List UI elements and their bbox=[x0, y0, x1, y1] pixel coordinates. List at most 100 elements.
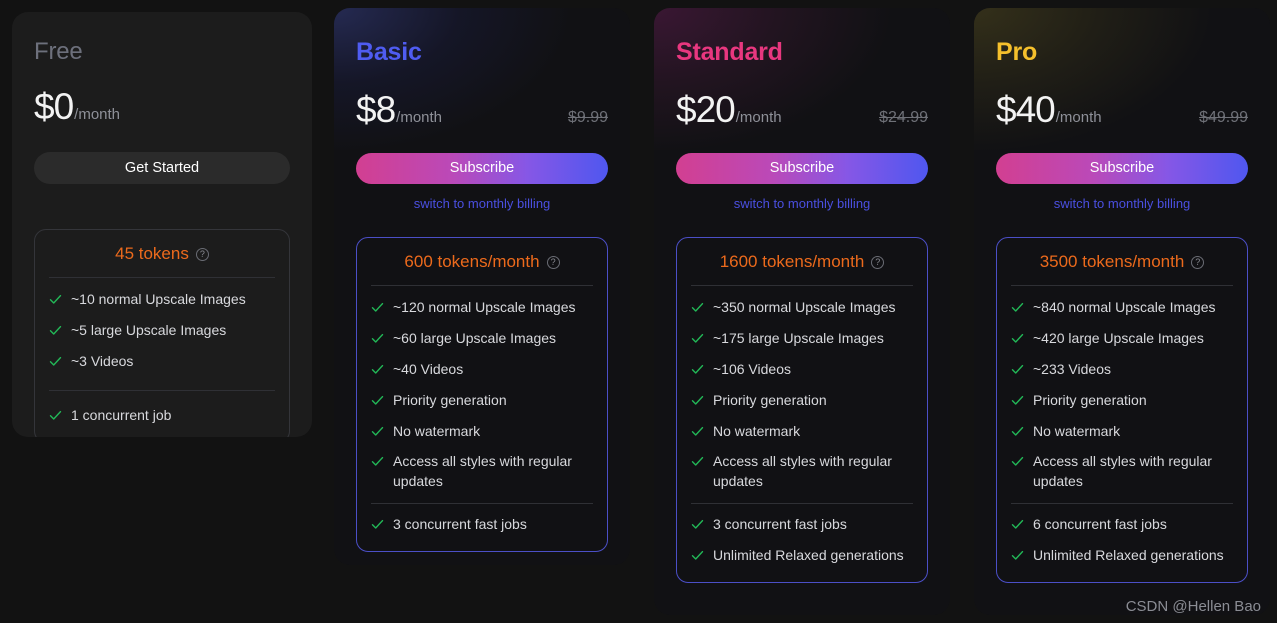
feature-item: Access all styles with regular updates bbox=[1011, 452, 1233, 492]
feature-list-top-standard: ~350 normal Upscale Images ~175 large Up… bbox=[691, 298, 913, 492]
check-icon bbox=[371, 394, 384, 407]
check-icon bbox=[371, 425, 384, 438]
price-amount-standard: $20 bbox=[676, 89, 736, 130]
tokens-label-standard: 1600 tokens/month bbox=[719, 252, 865, 271]
check-icon bbox=[371, 455, 384, 468]
feature-item: ~120 normal Upscale Images bbox=[371, 298, 593, 318]
feature-label: ~233 Videos bbox=[1033, 360, 1111, 377]
feature-item: ~10 normal Upscale Images bbox=[49, 290, 275, 310]
get-started-button[interactable]: Get Started bbox=[34, 152, 290, 184]
tokens-label-free: 45 tokens bbox=[115, 244, 189, 263]
feature-item: Unlimited Relaxed generations bbox=[1011, 546, 1233, 566]
panel-divider bbox=[371, 285, 593, 286]
features-panel-free: 45 tokens ? ~10 normal Upscale Images ~5… bbox=[34, 229, 290, 437]
feature-label: ~5 large Upscale Images bbox=[71, 321, 227, 338]
tokens-row-free: 45 tokens ? bbox=[49, 244, 275, 277]
check-icon bbox=[49, 293, 62, 306]
subscribe-button-pro[interactable]: Subscribe bbox=[996, 153, 1248, 184]
feature-item: Priority generation bbox=[1011, 391, 1233, 411]
check-icon bbox=[1011, 518, 1024, 531]
tokens-row-pro: 3500 tokens/month ? bbox=[1011, 252, 1233, 285]
feature-label: 6 concurrent fast jobs bbox=[1033, 516, 1167, 533]
check-icon bbox=[371, 301, 384, 314]
feature-label: ~60 large Upscale Images bbox=[393, 329, 557, 346]
feature-label: 3 concurrent fast jobs bbox=[713, 516, 847, 533]
check-icon bbox=[691, 425, 704, 438]
panel-divider bbox=[1011, 285, 1233, 286]
feature-item: ~106 Videos bbox=[691, 360, 913, 380]
feature-item: No watermark bbox=[1011, 422, 1233, 442]
original-price-basic: $9.99 bbox=[567, 109, 608, 126]
plan-card-free: Free $0 /month Get Started 45 tokens ? ~… bbox=[12, 12, 312, 437]
feature-item: 6 concurrent fast jobs bbox=[1011, 515, 1233, 535]
plan-card-pro: Pro $40 /month $49.99 Subscribe switch t… bbox=[974, 8, 1270, 615]
feature-label: Priority generation bbox=[1033, 391, 1147, 408]
feature-label: 3 concurrent fast jobs bbox=[393, 516, 527, 533]
feature-item: 1 concurrent job bbox=[49, 406, 275, 426]
feature-label: No watermark bbox=[393, 422, 481, 439]
feature-list-bottom-pro: 6 concurrent fast jobs Unlimited Relaxed… bbox=[1011, 515, 1233, 566]
info-icon[interactable]: ? bbox=[871, 255, 885, 269]
feature-item: ~233 Videos bbox=[1011, 360, 1233, 380]
check-icon bbox=[691, 301, 704, 314]
feature-item: Access all styles with regular updates bbox=[371, 452, 593, 492]
feature-item: Priority generation bbox=[691, 391, 913, 411]
feature-label: ~40 Videos bbox=[393, 360, 464, 377]
check-icon bbox=[691, 518, 704, 531]
price-row-standard: $20 /month $24.99 bbox=[676, 91, 928, 128]
feature-list-bottom-free: 1 concurrent job bbox=[49, 406, 275, 426]
subscribe-button-basic[interactable]: Subscribe bbox=[356, 153, 608, 184]
info-icon[interactable]: ? bbox=[546, 255, 560, 269]
panel-divider bbox=[371, 503, 593, 505]
switch-billing-link-basic[interactable]: switch to monthly billing bbox=[356, 196, 608, 211]
price-row-pro: $40 /month $49.99 bbox=[996, 91, 1248, 128]
feature-list-top-basic: ~120 normal Upscale Images ~60 large Ups… bbox=[371, 298, 593, 492]
check-icon bbox=[49, 409, 62, 422]
feature-label: ~840 normal Upscale Images bbox=[1033, 299, 1216, 315]
plan-card-basic-content: Basic $8 /month $9.99 Subscribe switch t… bbox=[334, 38, 630, 552]
panel-divider bbox=[49, 277, 275, 278]
original-price-pro: $49.99 bbox=[1199, 109, 1248, 126]
feature-item: 3 concurrent fast jobs bbox=[371, 515, 593, 535]
feature-item: ~60 large Upscale Images bbox=[371, 329, 593, 349]
feature-label: ~350 normal Upscale Images bbox=[713, 299, 896, 315]
check-icon bbox=[49, 324, 62, 337]
features-panel-basic: 600 tokens/month ? ~120 normal Upscale I… bbox=[356, 237, 608, 552]
feature-item: ~420 large Upscale Images bbox=[1011, 329, 1233, 349]
check-icon bbox=[1011, 394, 1024, 407]
check-icon bbox=[691, 332, 704, 345]
check-icon bbox=[691, 363, 704, 376]
check-icon bbox=[1011, 455, 1024, 468]
switch-billing-link-pro[interactable]: switch to monthly billing bbox=[996, 196, 1248, 211]
check-icon bbox=[691, 394, 704, 407]
info-icon[interactable]: ? bbox=[1191, 255, 1205, 269]
plan-card-standard-content: Standard $20 /month $24.99 Subscribe swi… bbox=[654, 38, 950, 583]
check-icon bbox=[371, 518, 384, 531]
plan-card-standard: Standard $20 /month $24.99 Subscribe swi… bbox=[654, 8, 950, 615]
switch-billing-link-standard[interactable]: switch to monthly billing bbox=[676, 196, 928, 211]
feature-label: Unlimited Relaxed generations bbox=[713, 547, 904, 563]
check-icon bbox=[371, 363, 384, 376]
feature-list-bottom-standard: 3 concurrent fast jobs Unlimited Relaxed… bbox=[691, 515, 913, 566]
feature-item: Access all styles with regular updates bbox=[691, 452, 913, 492]
plan-title-free: Free bbox=[34, 38, 83, 65]
subscribe-button-standard[interactable]: Subscribe bbox=[676, 153, 928, 184]
price-amount-free: $0 bbox=[34, 86, 74, 127]
panel-divider bbox=[691, 503, 913, 505]
original-price-standard: $24.99 bbox=[879, 109, 928, 126]
feature-item: Unlimited Relaxed generations bbox=[691, 546, 913, 566]
tokens-row-standard: 1600 tokens/month ? bbox=[691, 252, 913, 285]
feature-label: ~420 large Upscale Images bbox=[1033, 329, 1204, 346]
price-period-standard: /month bbox=[735, 109, 782, 126]
check-icon bbox=[691, 549, 704, 562]
info-icon[interactable]: ? bbox=[195, 247, 209, 261]
tokens-label-basic: 600 tokens/month bbox=[404, 252, 540, 271]
price-amount-pro: $40 bbox=[996, 89, 1056, 130]
feature-label: ~120 normal Upscale Images bbox=[393, 299, 576, 315]
check-icon bbox=[1011, 363, 1024, 376]
check-icon bbox=[1011, 301, 1024, 314]
feature-label: Access all styles with regular updates bbox=[393, 453, 572, 490]
check-icon bbox=[371, 332, 384, 345]
feature-label: ~10 normal Upscale Images bbox=[71, 291, 246, 307]
features-panel-pro: 3500 tokens/month ? ~840 normal Upscale … bbox=[996, 237, 1248, 583]
